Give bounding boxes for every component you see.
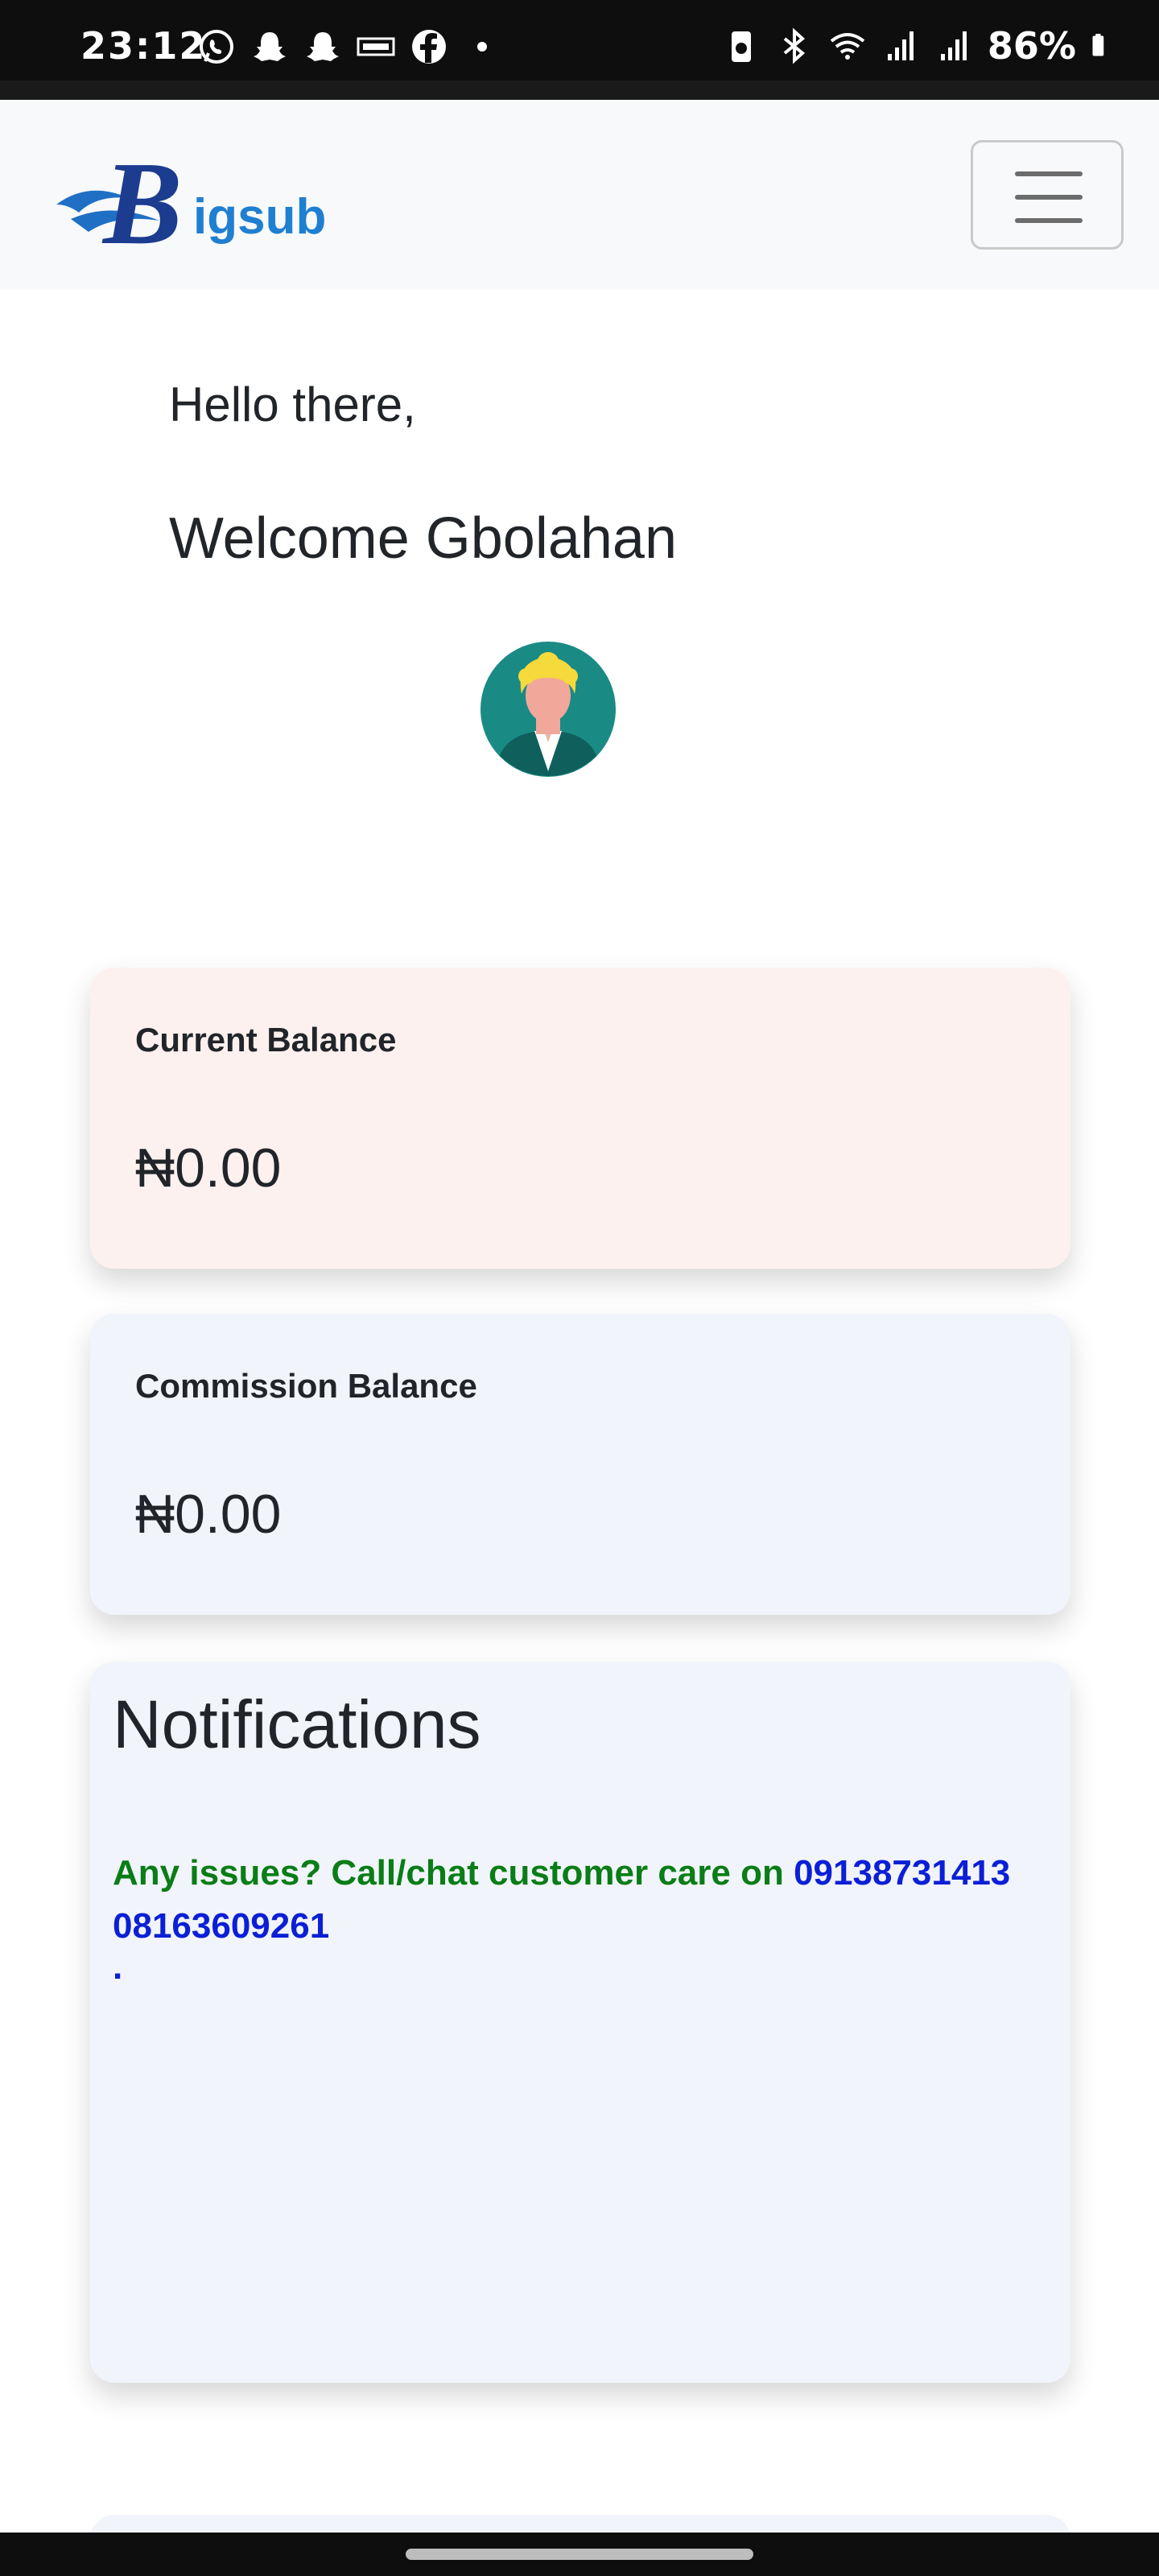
home-gesture-bar[interactable] <box>406 2549 753 2560</box>
snapchat-icon <box>307 32 339 61</box>
menu-toggle-button[interactable] <box>971 140 1124 250</box>
logo-letter: B <box>101 142 183 262</box>
wifi-icon <box>830 33 865 60</box>
bluetooth-icon <box>783 27 805 64</box>
commission-balance-label: Commission Balance <box>135 1367 477 1405</box>
current-balance-label: Current Balance <box>135 1021 397 1059</box>
notifications-title: Notifications <box>113 1686 481 1762</box>
current-balance-value: ₦0.00 <box>135 1137 282 1199</box>
notification-dot: . <box>113 1947 123 1987</box>
navbar: B igsub <box>0 100 1159 290</box>
hamburger-line <box>1015 218 1083 223</box>
notification-icons <box>197 27 501 66</box>
battery-icon <box>1092 34 1104 56</box>
bigsub-logo[interactable]: B igsub <box>55 142 344 262</box>
signal-icon <box>940 31 967 60</box>
customer-care-phone-2[interactable]: 08163609261 <box>113 1906 329 1946</box>
commission-balance-value: ₦0.00 <box>135 1484 282 1545</box>
battery-percentage: 86% <box>987 24 1076 68</box>
facebook-icon <box>412 30 446 64</box>
hamburger-menu-icon <box>1015 171 1083 176</box>
status-time: 23:12 <box>80 24 207 68</box>
user-avatar-icon <box>481 642 616 777</box>
commission-balance-card: Commission Balance ₦0.00 <box>90 1314 1070 1615</box>
current-balance-card: Current Balance ₦0.00 <box>90 968 1070 1269</box>
dot-icon <box>477 42 487 52</box>
battery-saver-icon <box>731 31 751 62</box>
greeting-hello: Hello there, <box>169 378 416 431</box>
whatsapp-icon <box>200 30 233 64</box>
hamburger-line <box>1015 195 1083 200</box>
status-bar-divider <box>0 80 1159 100</box>
notification-text: Any issues? Call/chat customer care on <box>113 1853 794 1893</box>
customer-care-phone-1[interactable]: 09138731413 <box>794 1853 1010 1893</box>
goal-app-icon <box>357 37 395 56</box>
snapchat-icon <box>254 32 286 61</box>
notifications-card: Notifications Any issues? Call/chat cust… <box>90 1662 1070 2383</box>
logo-text: igsub <box>193 189 326 245</box>
system-icons: 86% <box>722 24 1115 68</box>
greeting-welcome: Welcome Gbolahan <box>169 506 678 571</box>
status-bar: 23:12 86% <box>0 0 1159 80</box>
notification-message: Any issues? Call/chat customer care on 0… <box>113 1847 1054 1953</box>
signal-icon <box>887 31 914 60</box>
